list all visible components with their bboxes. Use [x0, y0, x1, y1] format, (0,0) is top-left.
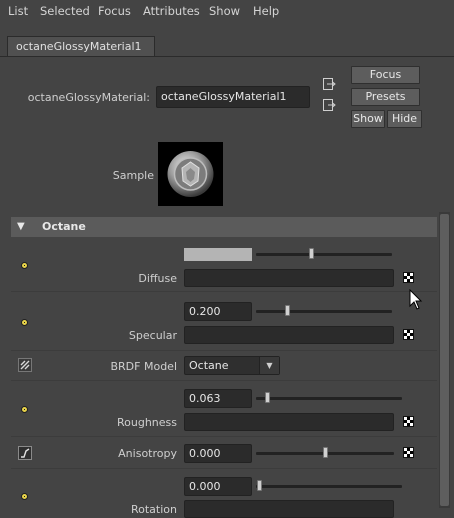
show-button[interactable]: Show [351, 110, 385, 128]
tab-octane-glossy-material[interactable]: octaneGlossyMaterial1 [7, 36, 155, 56]
tab-strip: octaneGlossyMaterial1 [0, 36, 454, 57]
texture-map-icon[interactable] [403, 416, 414, 427]
connect-dot-icon[interactable] [21, 493, 28, 500]
menu-focus[interactable]: Focus [98, 4, 131, 18]
brdf-model-dropdown[interactable]: Octane ▼ [184, 356, 280, 375]
material-sample-swatch[interactable] [158, 142, 223, 206]
connect-dot-icon[interactable] [21, 262, 28, 269]
vertical-scrollbar[interactable] [439, 212, 450, 508]
node-name-field[interactable]: octaneGlossyMaterial1 [156, 86, 310, 108]
specular-slider-knob[interactable] [285, 305, 290, 316]
hide-button[interactable]: Hide [387, 110, 422, 128]
specular-value-field[interactable]: 0.200 [184, 302, 252, 321]
input-connections-icon[interactable] [322, 77, 336, 91]
connect-dot-icon[interactable] [21, 319, 28, 326]
rotation-value-field[interactable]: 0.000 [184, 477, 252, 496]
brdf-node-icon[interactable] [18, 358, 32, 372]
roughness-value-field[interactable]: 0.063 [184, 389, 252, 408]
collapse-triangle-icon[interactable]: ▼ [17, 217, 25, 237]
diffuse-slider-knob[interactable] [309, 248, 314, 259]
brdf-model-value: Octane [189, 359, 229, 372]
anisotropy-label: Anisotropy [118, 447, 177, 460]
row-divider [11, 468, 437, 469]
texture-map-icon[interactable] [403, 447, 414, 458]
menu-bar: List Selected Focus Attributes Show Help [0, 0, 454, 22]
diffuse-slider-track[interactable] [256, 253, 392, 256]
material-sphere-icon [167, 151, 214, 197]
diffuse-color-swatch[interactable] [184, 248, 252, 261]
rotation-slider-track[interactable] [256, 485, 402, 488]
anisotropy-value-field[interactable]: 0.000 [184, 444, 252, 463]
row-divider [11, 380, 437, 381]
menu-help[interactable]: Help [253, 4, 279, 18]
anisotropy-slider-knob[interactable] [323, 447, 328, 458]
scrollbar-thumb[interactable] [440, 214, 449, 506]
diffuse-label: Diffuse [138, 272, 177, 285]
connect-dot-icon[interactable] [21, 406, 28, 413]
row-divider [11, 291, 437, 292]
roughness-slider-track[interactable] [256, 397, 402, 400]
node-name-label: octaneGlossyMaterial: [27, 91, 150, 104]
rotation-slider-knob[interactable] [257, 480, 262, 491]
menu-selected[interactable]: Selected [40, 4, 90, 18]
roughness-texture-field[interactable] [184, 413, 394, 431]
specular-slider-track[interactable] [256, 310, 392, 313]
roughness-label: Roughness [116, 416, 177, 429]
specular-label: Specular [128, 329, 177, 342]
row-divider [11, 436, 437, 437]
rotation-label: Rotation [130, 503, 177, 516]
section-header-octane[interactable]: ▼ Octane [11, 217, 437, 237]
brdf-model-label: BRDF Model [110, 360, 177, 373]
specular-texture-field[interactable] [184, 326, 394, 344]
output-connections-icon[interactable] [322, 98, 336, 112]
presets-button[interactable]: Presets [351, 88, 420, 106]
chevron-down-icon[interactable]: ▼ [259, 357, 279, 374]
texture-map-icon[interactable] [403, 272, 414, 283]
focus-button[interactable]: Focus [351, 66, 420, 84]
roughness-slider-knob[interactable] [265, 392, 270, 403]
rotation-texture-field[interactable] [184, 500, 394, 518]
menu-show[interactable]: Show [209, 4, 240, 18]
diffuse-texture-field[interactable] [184, 269, 394, 287]
sample-label: Sample [112, 169, 154, 182]
section-title: Octane [42, 220, 86, 233]
ramp-node-icon[interactable] [18, 446, 32, 460]
menu-list[interactable]: List [8, 4, 28, 18]
row-divider [11, 350, 437, 351]
texture-map-icon[interactable] [403, 329, 414, 340]
mouse-cursor-icon [409, 288, 423, 311]
menu-attributes[interactable]: Attributes [143, 4, 200, 18]
